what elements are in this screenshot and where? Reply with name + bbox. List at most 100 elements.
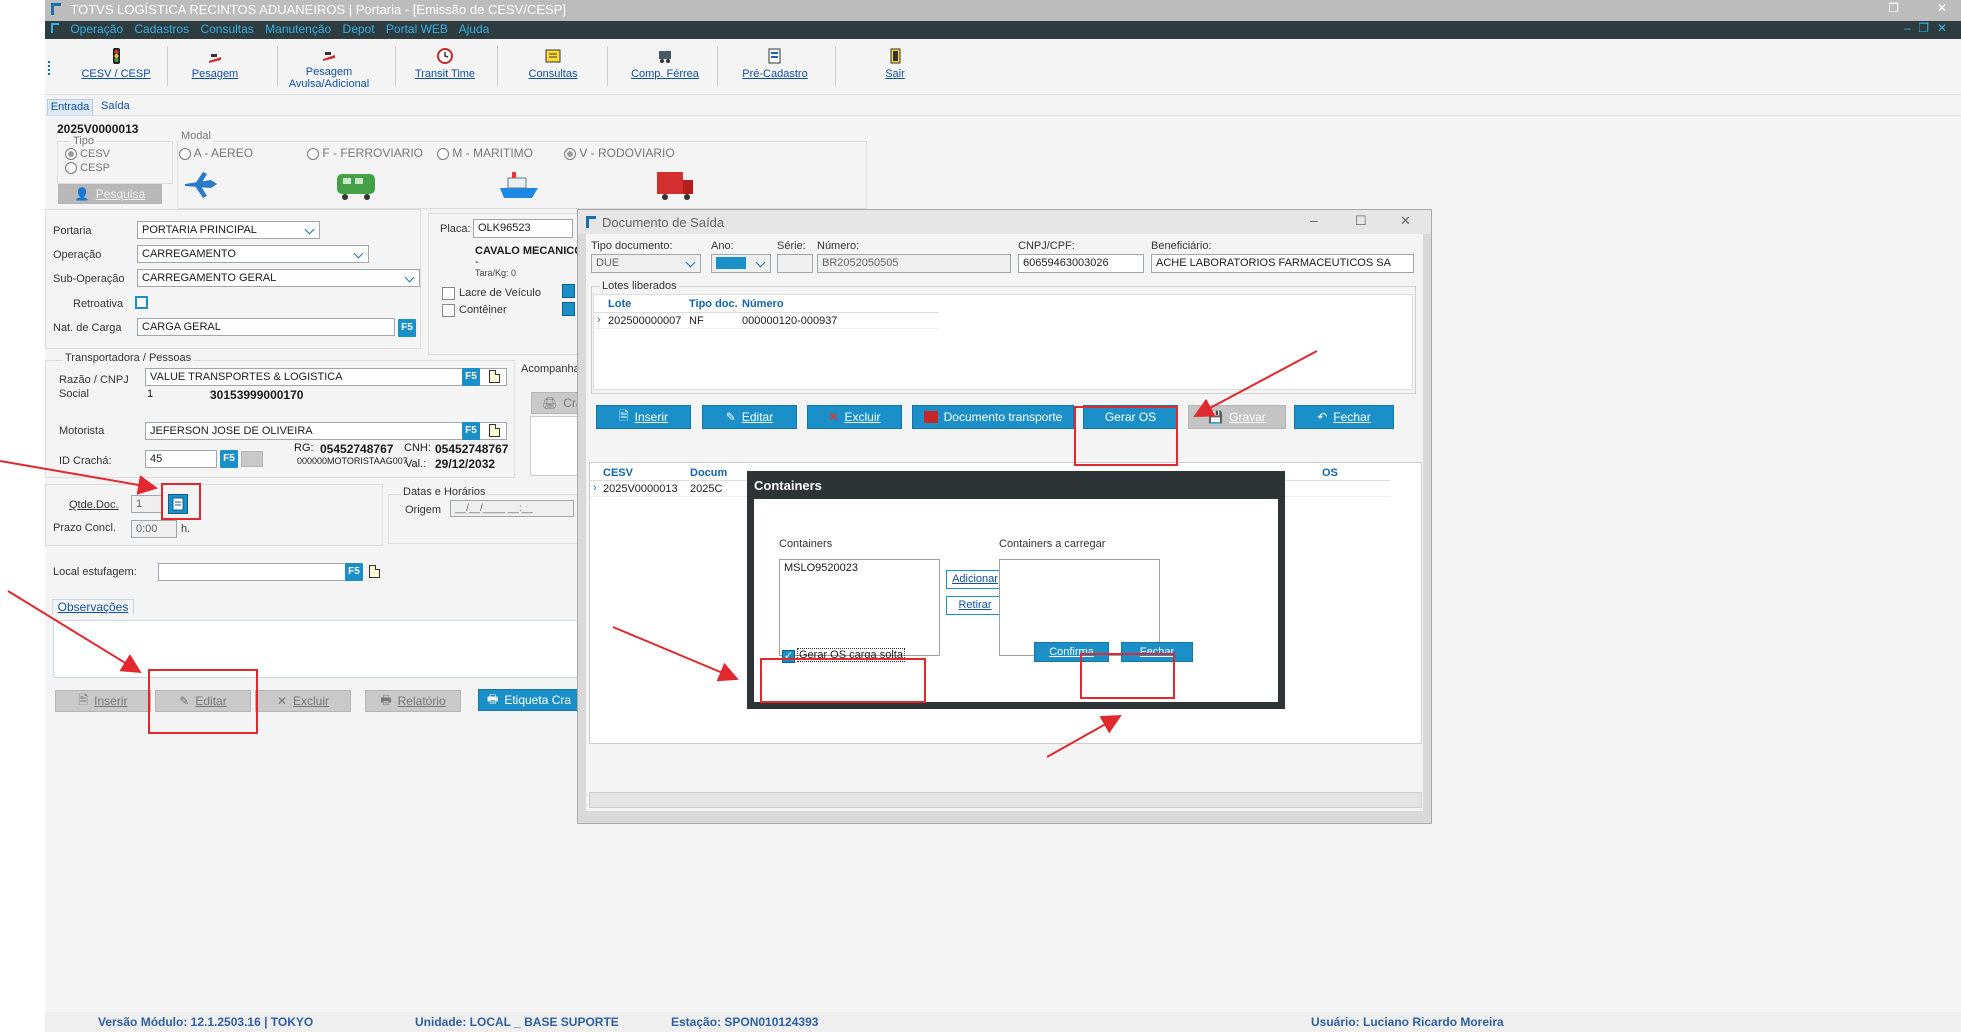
lower-header-os: OS [1322,467,1338,479]
modal-label: Modal [179,130,213,142]
observacoes-textarea[interactable] [53,620,633,678]
tab-entrada[interactable]: Entrada [47,99,93,115]
lacre-doc-icon[interactable] [562,284,575,298]
conteiner-doc-icon[interactable] [562,302,575,316]
razao-input[interactable]: VALUE TRANSPORTES & LOGISTICA [145,368,507,386]
toolbar-cesv-cesp[interactable]: CESV / CESP [73,48,159,80]
motorista-doc-icon[interactable] [489,424,500,437]
relatorio-button[interactable]: 🖶 Relatório [365,690,461,712]
motorista-input[interactable]: JEFERSON JOSE DE OLIVEIRA [145,422,507,440]
tab-saida[interactable]: Saída [101,100,130,112]
placa-input[interactable]: OLK96523 [473,219,573,238]
doc-fechar-button[interactable]: ↶ Fechar [1294,405,1394,429]
lotes-header-numero: Número [742,298,784,310]
radio-cesv[interactable]: CESV [65,148,110,161]
ano-select[interactable] [711,254,771,273]
menu-cadastros[interactable]: Cadastros [134,22,189,36]
rg-value: 05452748767 [320,442,394,456]
tab-observacoes[interactable]: Observações [52,599,134,615]
cnpj-input[interactable]: 60659463003026 [1018,254,1144,273]
list-item[interactable]: MSLO9520023 [780,560,939,576]
pesquisa-button[interactable]: 👤 Pesquisa [58,184,162,204]
maximize-icon[interactable]: ☐ [1355,213,1367,229]
lacre-label: Lacre de Veículo [459,287,541,299]
idcracha-input[interactable]: 45 [145,450,217,468]
prazo-input[interactable]: 0:00 [131,520,177,538]
inserir-button[interactable]: 🗎 Inserir [55,690,151,712]
toolbar-pre-cadastro[interactable]: Pré-Cadastro [725,48,825,80]
close-icon[interactable]: ✕ [1400,213,1411,229]
menu-ajuda[interactable]: Ajuda [459,22,490,36]
local-input[interactable] [158,563,346,581]
lacre-checkbox[interactable] [442,287,455,300]
menu-depot[interactable]: Depot [343,22,375,36]
doc-excluir-button[interactable]: ✕ Excluir [807,405,902,429]
mdi-restore-icon[interactable]: ❐ [1918,21,1929,35]
toolbar-consultas[interactable]: Consultas [513,48,593,80]
natcarga-input[interactable]: CARGA GERAL [137,318,395,336]
clock-icon [436,48,454,64]
table-row[interactable]: › 202500000007 NF 000000120-000937 [594,313,939,329]
radio-aereo[interactable]: A - AEREO [179,146,253,160]
dialog-logo-icon [586,216,596,228]
toolbar-comp-ferrea[interactable]: Comp. Férrea [613,48,717,80]
portaria-select[interactable]: PORTARIA PRINCIPAL [137,221,320,239]
serie-input[interactable] [777,254,813,273]
beneficiario-input[interactable]: ACHE LABORATORIOS FARMACEUTICOS SA [1151,254,1414,273]
origem-input[interactable]: __/__/____ __:__ [450,500,574,517]
containers-list[interactable]: MSLO9520023 [779,559,940,656]
operacao-select[interactable]: CARREGAMENTO [137,245,369,263]
doc-transporte-button[interactable]: Documento transporte [912,405,1074,429]
menu-manutencao[interactable]: Manutenção [265,22,331,36]
radio-maritimo[interactable]: M - MARITIMO [437,146,533,160]
train-icon [335,170,379,205]
doc-editar-button[interactable]: ✎ Editar [702,405,797,429]
mdi-close-icon[interactable]: ✕ [1937,21,1947,35]
radio-rodoviario[interactable]: V - RODOVIARIO [564,146,675,160]
tipo-doc-select[interactable]: DUE [591,254,701,273]
doc-inserir-button[interactable]: 🗎 Inserir [596,405,691,429]
idcracha-f5-button[interactable]: F5 [220,450,238,468]
truck-icon [655,170,695,205]
close-icon[interactable]: ✕ [1937,1,1947,15]
razao-f5-button[interactable]: F5 [462,368,480,386]
status-usuario: Usuário: Luciano Ricardo Moreira [1311,1015,1504,1029]
menu-portal-web[interactable]: Portal WEB [386,22,448,36]
toolbar-pesagem[interactable]: Pesagem [175,48,255,80]
val-value: 29/12/2032 [435,457,496,471]
scale-icon [206,48,224,64]
toolbar-sair[interactable]: Sair [865,48,925,80]
toolbar-pesagem-avulsa[interactable]: Pesagem Avulsa/Adicional [281,48,377,90]
idcracha-label: ID Crachá: [59,455,112,467]
idcracha-extra-button[interactable] [241,451,263,467]
natcarga-f5-button[interactable]: F5 [398,319,416,337]
retirar-button[interactable]: Retirar [946,596,1004,615]
retroativa-checkbox[interactable] [135,296,148,309]
excluir-button[interactable]: ✕ Excluir [255,690,351,712]
local-doc-icon[interactable] [369,565,380,578]
radio-cesp[interactable]: CESP [65,162,110,175]
suboperacao-select[interactable]: CARREGAMENTO GERAL [137,269,420,287]
radio-ferroviario[interactable]: F - FERROVIARIO [307,146,423,160]
mdi-minimize-icon[interactable]: – [1904,21,1911,35]
razao-doc-icon[interactable] [489,370,500,383]
beneficiario-label: Beneficiário: [1151,240,1212,252]
restore-icon[interactable]: ❐ [1888,1,1899,15]
motorista-f5-button[interactable]: F5 [462,422,480,440]
transportadora-group-label: Transportadora / Pessoas [63,352,194,364]
qtdedoc-input[interactable]: 1 [131,495,163,513]
menu-consultas[interactable]: Consultas [200,22,253,36]
placa-label: Placa: [440,223,471,235]
minimize-icon[interactable]: – [1310,212,1318,228]
vehicle-description: CAVALO MECANICO [475,245,583,257]
adicionar-button[interactable]: Adicionar [946,570,1004,589]
toolbar-transit-time[interactable]: Transit Time [405,48,485,80]
local-f5-button[interactable]: F5 [345,563,363,581]
datas-label: Datas e Horários [401,486,488,498]
numero-input[interactable]: BR2052050505 [817,254,1011,273]
status-unidade: Unidade: LOCAL _ BASE SUPORTE [415,1015,619,1029]
social-label: Social [59,388,89,400]
menu-operacao[interactable]: Operação [70,22,123,36]
doc-gravar-button[interactable]: 💾 Gravar [1188,405,1286,429]
conteiner-checkbox[interactable] [442,304,455,317]
